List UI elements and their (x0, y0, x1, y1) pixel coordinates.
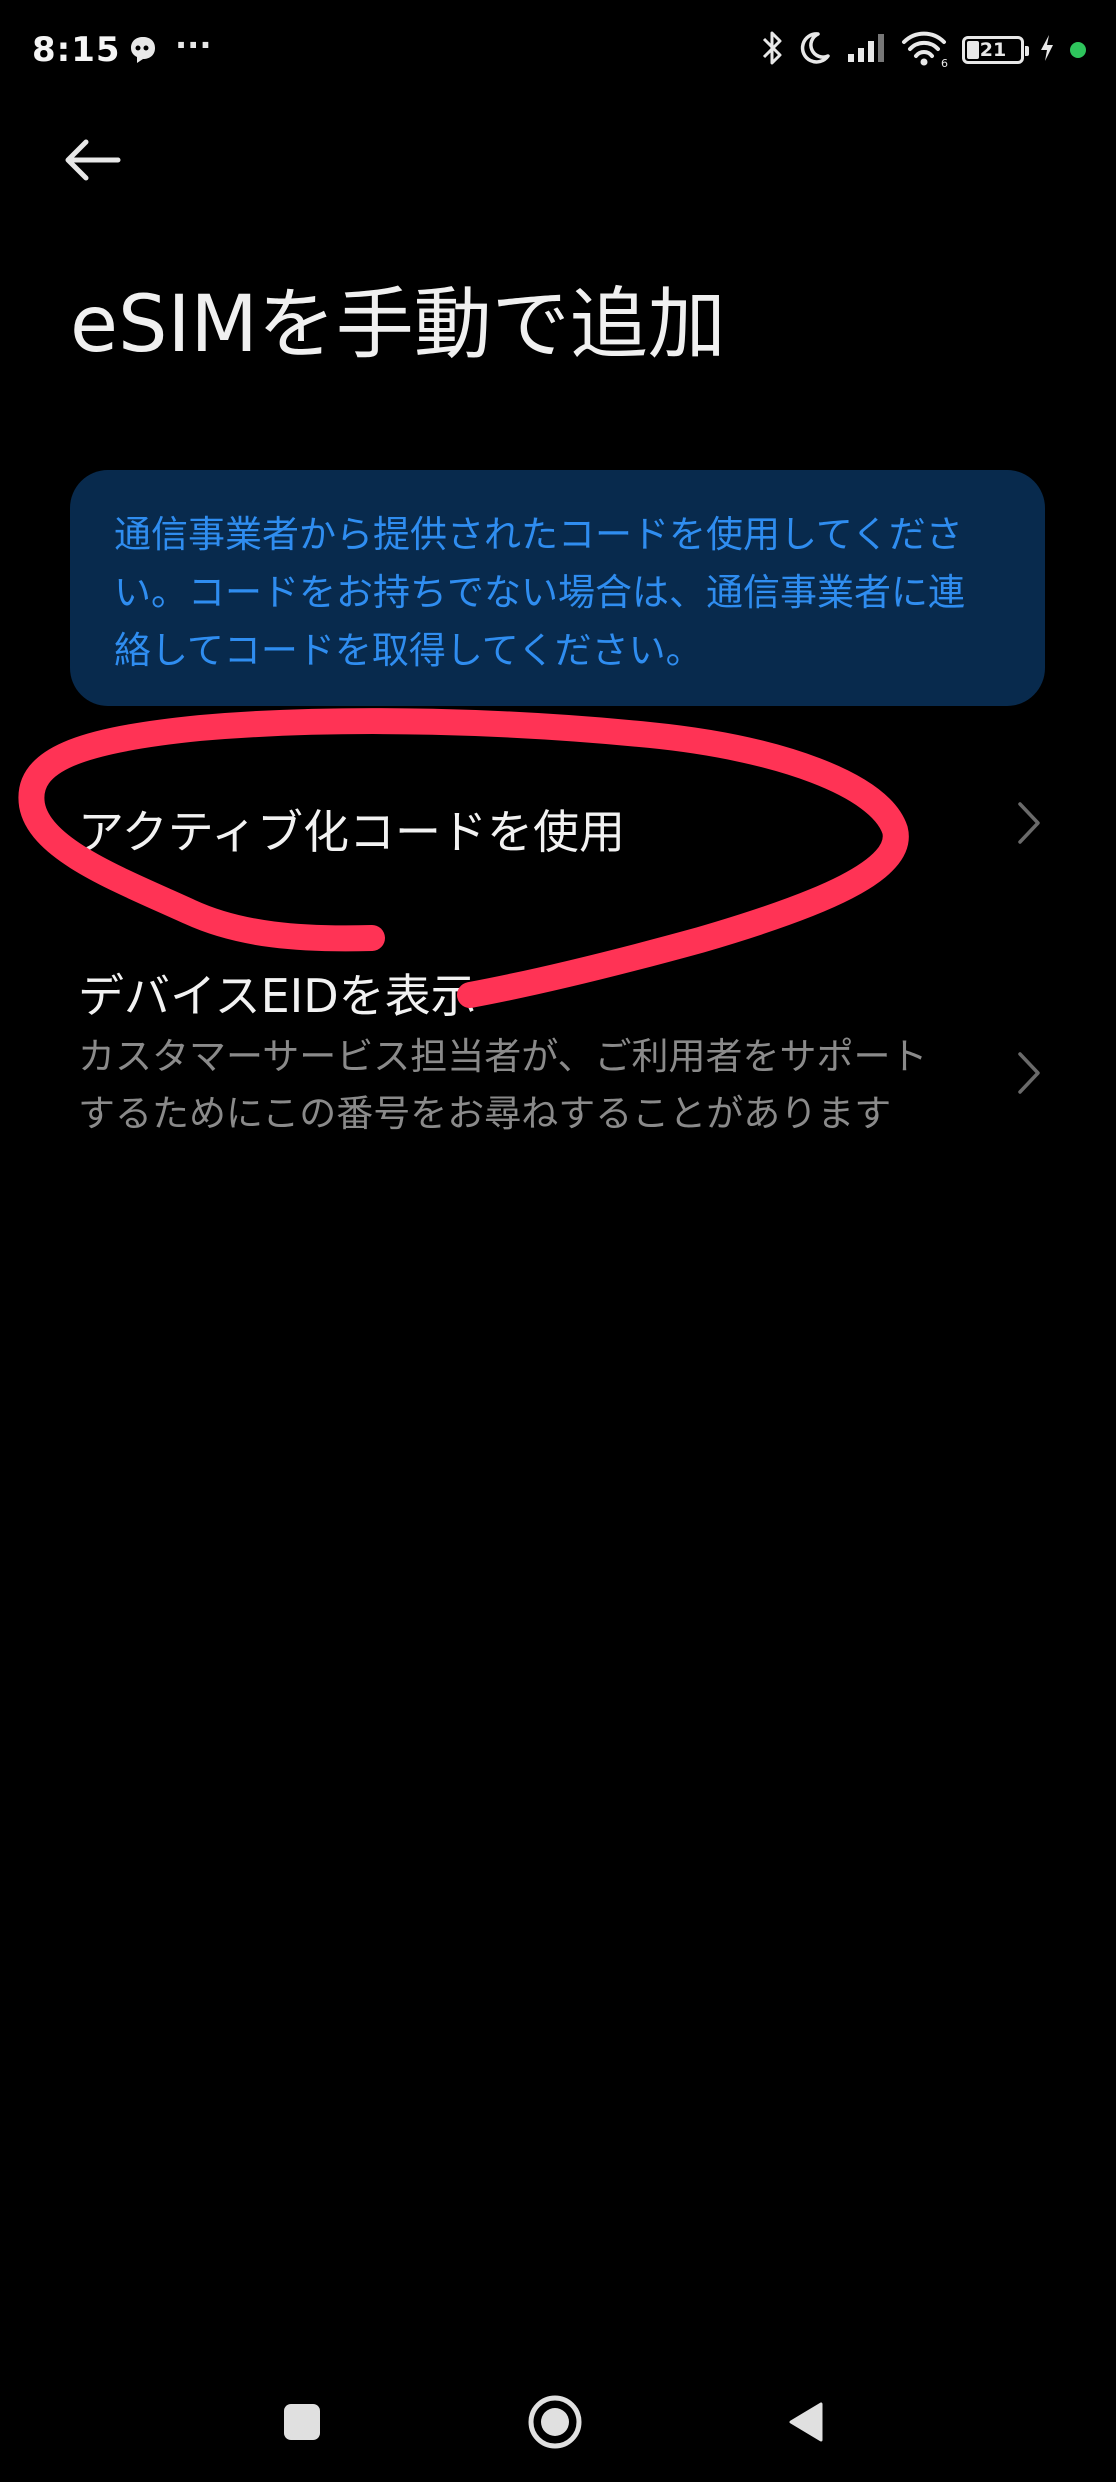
charging-bolt-icon (1038, 33, 1056, 67)
status-time: 8:15 (32, 30, 121, 70)
chevron-right-icon (1016, 800, 1042, 850)
show-device-eid-description: カスタマーサービス担当者が、ご利用者をサポートするためにこの番号をお尋ねすること… (78, 1035, 928, 1135)
show-device-eid-row[interactable]: デバイスEIDを表示 カスタマーサービス担当者が、ご利用者をサポートするためにこ… (0, 950, 1116, 1190)
messenger-icon (125, 32, 161, 72)
back-triangle-icon (789, 2402, 823, 2442)
home-circle-icon (528, 2395, 582, 2449)
recents-square-icon (284, 2404, 320, 2440)
page-title: eSIMを手動で追加 (70, 280, 726, 370)
moon-icon (798, 30, 832, 70)
arrow-left-icon (65, 139, 121, 181)
battery-icon: 21 (962, 36, 1029, 64)
home-button[interactable] (515, 2382, 595, 2462)
back-button[interactable] (60, 120, 160, 200)
show-device-eid-label: デバイスEIDを表示 (78, 969, 477, 1023)
status-bar: 8:15 ··· 6 21 (0, 0, 1116, 100)
signal-icon (846, 32, 886, 68)
info-card: 通信事業者から提供されたコードを使用してください。コードをお持ちでない場合は、通… (70, 470, 1045, 706)
battery-level: 21 (979, 38, 1007, 61)
status-icons: 6 21 (760, 30, 1086, 70)
more-dots-icon: ··· (175, 26, 212, 64)
system-back-button[interactable] (765, 2382, 845, 2462)
use-activation-code-label: アクティブ化コードを使用 (78, 805, 625, 859)
wifi-icon: 6 (900, 28, 948, 72)
chevron-right-icon (1016, 1050, 1042, 1100)
svg-text:6: 6 (941, 57, 948, 68)
use-activation-code-row[interactable]: アクティブ化コードを使用 (0, 770, 1116, 880)
recents-button[interactable] (262, 2382, 342, 2462)
bluetooth-icon (760, 28, 784, 72)
navigation-bar (0, 2360, 1116, 2470)
privacy-dot-icon (1070, 42, 1086, 58)
info-text: 通信事業者から提供されたコードを使用してください。コードをお持ちでない場合は、通… (114, 513, 965, 672)
